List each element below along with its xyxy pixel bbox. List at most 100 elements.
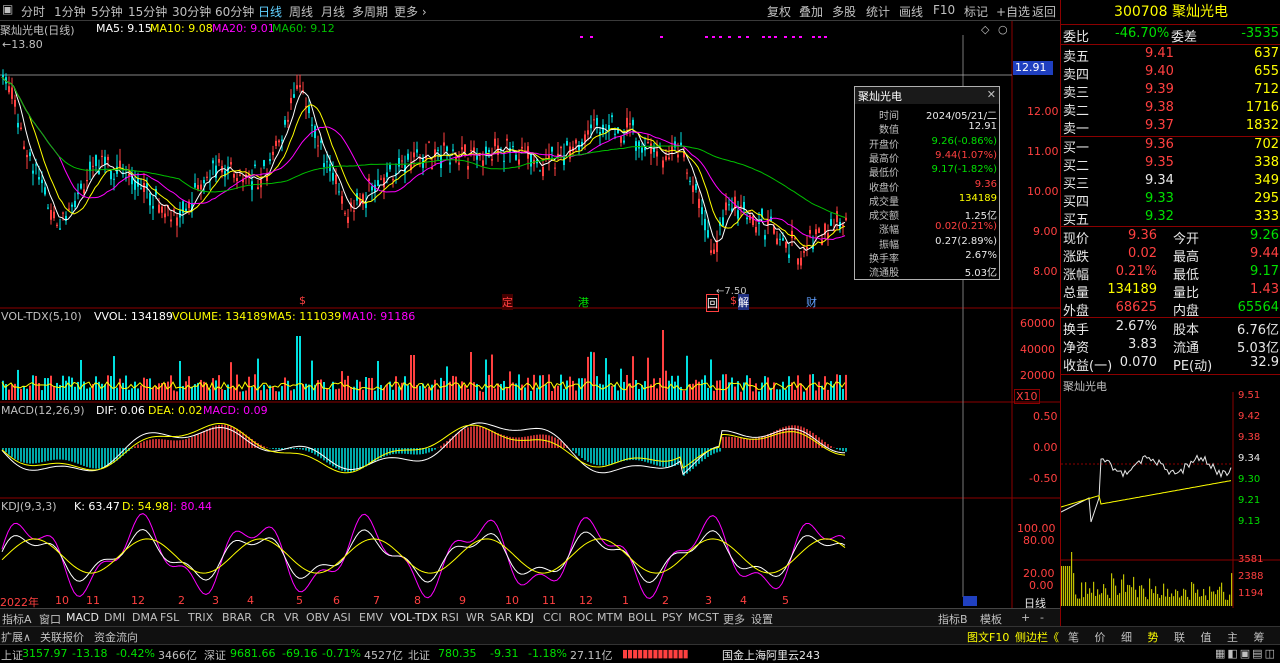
expand-button[interactable]: 扩展∧ [1,629,31,645]
indicator-tab[interactable]: OBV [306,611,329,624]
volume-bar [239,391,241,400]
mini-panel-tab[interactable]: 价 [1095,629,1106,645]
indicator-tab[interactable]: 更多 [723,611,745,627]
add-watchlist-button[interactable]: +自选 [996,3,1030,20]
period-fenshi[interactable]: 分时 [21,3,45,20]
indicator-tab[interactable]: ASI [333,611,351,624]
event-buyback-marker[interactable]: 回 [706,294,719,312]
menu-icon[interactable]: ▣ [2,2,13,16]
mini-panel-tab[interactable]: 细 [1121,629,1132,645]
mini-panel-tab[interactable]: 笔 [1068,629,1079,645]
statistics-button[interactable]: 统计 [866,3,890,20]
period-30min[interactable]: 30分钟 [172,3,211,20]
indicator-tab[interactable]: BRAR [222,611,252,624]
scroll-handle[interactable] [963,596,977,606]
mini-volume-bar [1131,587,1133,606]
mini-volume-bar [1177,590,1179,606]
period-daily[interactable]: 日线 [258,3,282,20]
volume-bar [788,376,790,400]
indicator-tab[interactable]: PSY [662,611,682,624]
indicator-tab[interactable]: 指标A [2,611,32,627]
indicator-tab[interactable]: CCI [543,611,562,624]
sh-index-label[interactable]: 上证 [1,647,23,663]
indicator-tab[interactable]: MACD [66,611,99,624]
fund-flow-tab[interactable]: 资金流向 [94,629,138,645]
mini-panel-tab[interactable]: 主 [1227,629,1238,645]
candle-body [233,174,235,178]
multi-stock-button[interactable]: 多股 [832,3,856,20]
indicator-tab[interactable]: EMV [359,611,383,624]
ask-row[interactable]: 卖一 9.37 1832 [1063,118,1279,137]
period-15min[interactable]: 15分钟 [128,3,167,20]
vol-unit: X10 [1014,389,1040,404]
volume-bar [293,389,295,400]
related-quote-tab[interactable]: 关联报价 [40,629,84,645]
indicator-tab[interactable]: BOLL [628,611,656,624]
indicator-tab[interactable]: VR [284,611,299,624]
period-1min[interactable]: 1分钟 [54,3,86,20]
bid-row[interactable]: 买四 9.33 295 [1063,191,1279,210]
indicator-b-tab[interactable]: 模板 [980,611,1002,627]
mark-button[interactable]: 标记 [964,3,988,20]
indicator-tab[interactable]: CR [260,611,275,624]
event-placement-marker[interactable]: 定 [502,294,513,310]
event-report-marker[interactable]: 财 [806,294,817,310]
mini-panel-tab[interactable]: 值 [1201,629,1212,645]
indicator-tab[interactable]: WR [466,611,485,624]
mini-panel-tab[interactable]: 势 [1148,629,1159,645]
event-dividend-marker[interactable]: $ [730,294,737,307]
indicator-b-tab[interactable]: 指标B [938,611,968,627]
diamond-icon[interactable]: ◇ [981,23,989,36]
indicator-tab[interactable]: MTM [597,611,623,624]
indicator-tab[interactable]: SAR [490,611,512,624]
ask-row[interactable]: 卖四 9.40 655 [1063,64,1279,83]
status-icons[interactable]: ▦◧▣▤◫ [1215,647,1277,660]
candle-body [50,210,52,220]
bid-row[interactable]: 买三 9.34 349 [1063,173,1279,192]
bid-row[interactable]: 买一 9.36 702 [1063,137,1279,156]
candle-body [428,141,430,143]
mini-panel-tab[interactable]: 筹 [1254,629,1265,645]
mini-panel-tab[interactable]: 联 [1174,629,1185,645]
period-more[interactable]: 更多 › [394,3,427,20]
indicator-tab[interactable]: 设置 [751,611,773,627]
indicator-tab[interactable]: VOL-TDX [390,611,438,624]
indicator-b-tab[interactable]: - [1040,611,1044,624]
indicator-tab[interactable]: TRIX [188,611,213,624]
f10-button[interactable]: F10 [933,3,955,17]
event-unlock-marker[interactable]: 解 [738,294,749,310]
close-icon[interactable]: ○ [998,23,1008,36]
indicator-tab[interactable]: KDJ [515,611,534,624]
ask-row[interactable]: 卖二 9.38 1716 [1063,100,1279,119]
ask-row[interactable]: 卖五 9.41 637 [1063,46,1279,65]
indicator-tab[interactable]: FSL [160,611,179,624]
draw-line-button[interactable]: 画线 [899,3,923,20]
mini-axis-label: 9.30 [1238,474,1261,485]
ask-row[interactable]: 卖三 9.39 712 [1063,82,1279,101]
candle-body [815,229,817,235]
bid-row[interactable]: 买二 9.35 338 [1063,155,1279,174]
period-5min[interactable]: 5分钟 [91,3,123,20]
indicator-tab[interactable]: ROC [569,611,593,624]
period-weekly[interactable]: 周线 [289,3,313,20]
bid-row[interactable]: 买五 9.32 333 [1063,209,1279,228]
sidebar-toggle[interactable]: 侧边栏《 [1015,629,1059,645]
indicator-tab[interactable]: MCST [688,611,719,624]
f10-link[interactable]: 图文F10 [967,629,1009,645]
restore-rights-button[interactable]: 复权 [767,3,791,20]
close-icon[interactable]: ✕ [987,88,996,101]
bz-index-label[interactable]: 北证 [408,647,430,663]
period-monthly[interactable]: 月线 [321,3,345,20]
back-button[interactable]: 返回 [1032,3,1056,20]
indicator-b-tab[interactable]: + [1021,611,1030,624]
sz-index-label[interactable]: 深证 [204,647,226,663]
period-multi[interactable]: 多周期 [352,3,388,20]
indicator-tab[interactable]: 窗口 [39,611,61,627]
indicator-tab[interactable]: RSI [441,611,459,624]
period-60min[interactable]: 60分钟 [215,3,254,20]
event-dividend-marker[interactable]: $ [299,294,306,307]
event-hk-marker[interactable]: 港 [578,294,589,310]
indicator-tab[interactable]: DMA [132,611,158,624]
overlay-button[interactable]: 叠加 [799,3,823,20]
indicator-tab[interactable]: DMI [104,611,125,624]
